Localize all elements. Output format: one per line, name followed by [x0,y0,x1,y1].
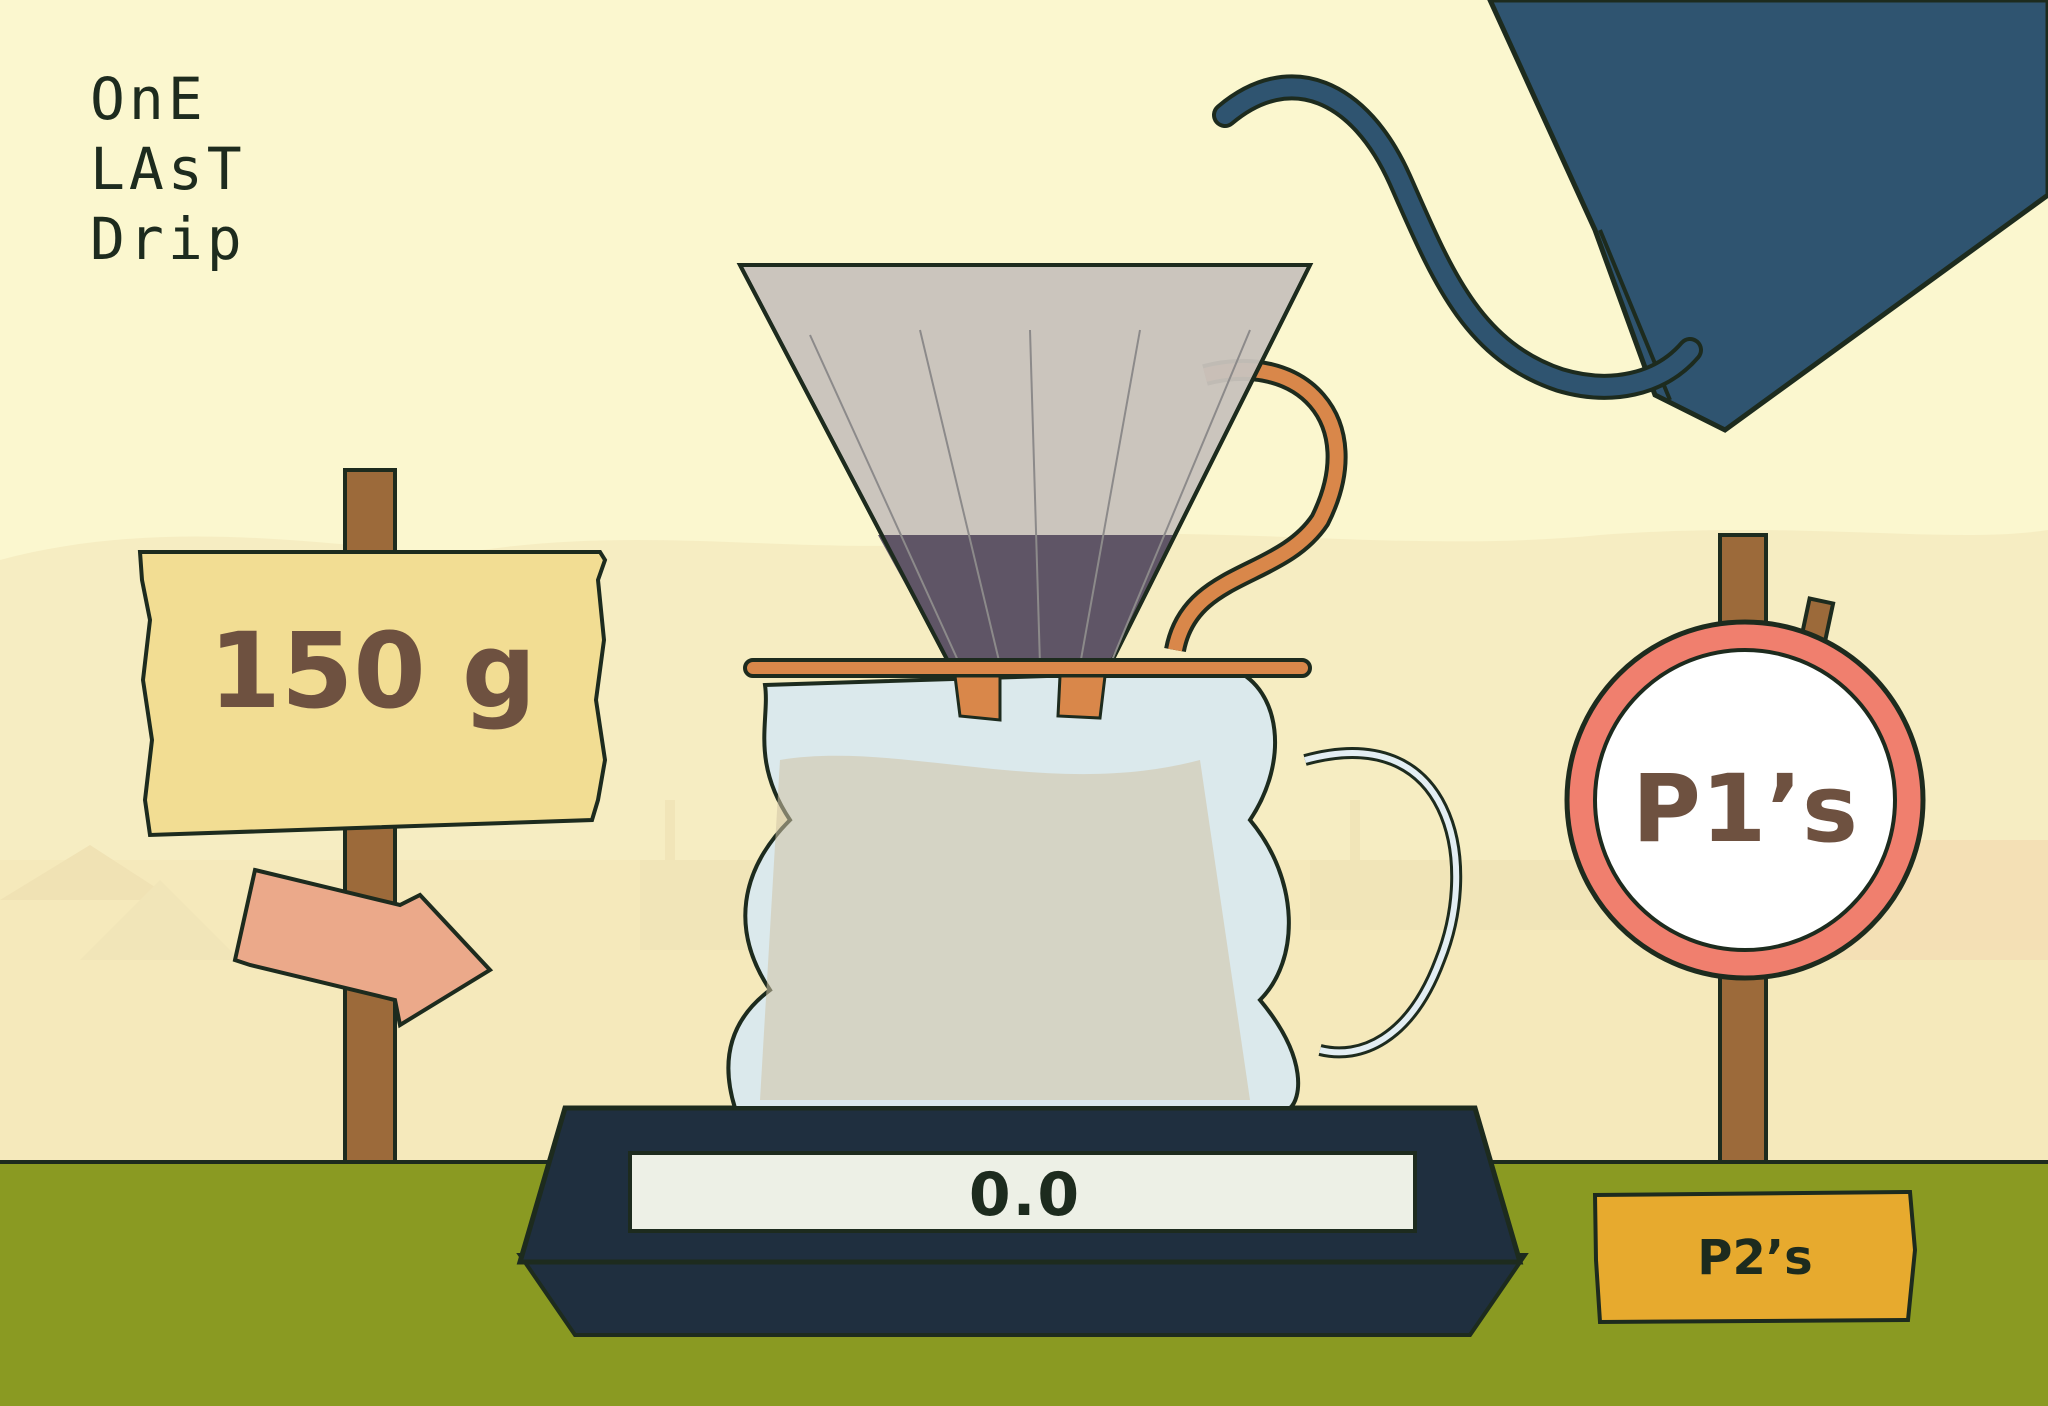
target-weight-label: 150 g [208,610,537,732]
one-last-drip-logo: OnE LAsT Drip [90,70,330,280]
p2-sign-label: P2’s [1697,1230,1813,1286]
logo-line-1: OnE [90,65,207,133]
logo-line-3: Drip [90,205,246,273]
scale-readout: 0.0 [968,1160,1082,1230]
logo-line-2: LAsT [90,135,246,203]
p1-sign-label: P1’s [1632,755,1858,864]
